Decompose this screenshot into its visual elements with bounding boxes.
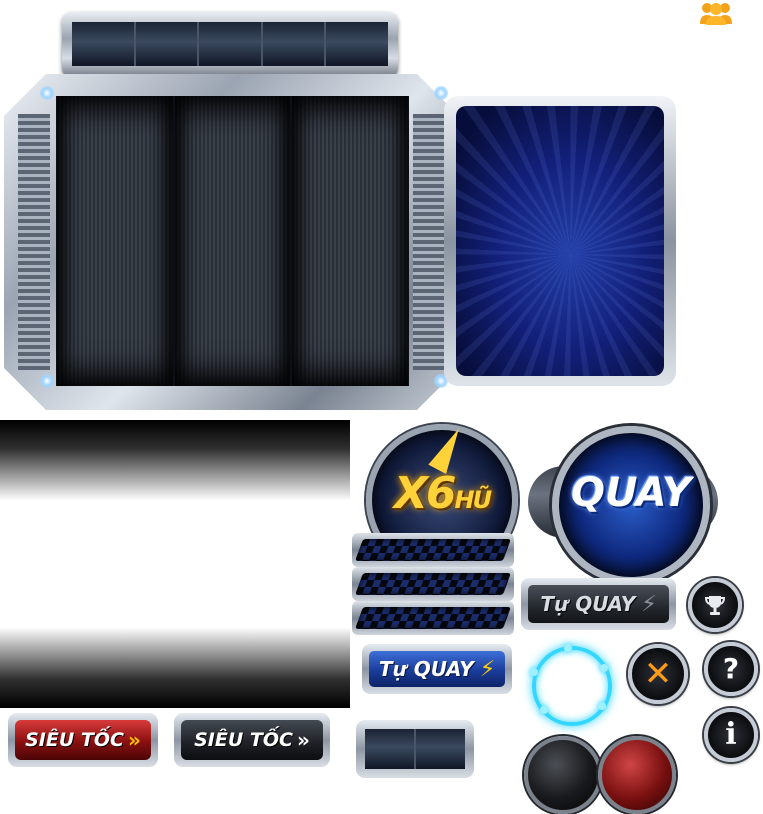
trophy-icon bbox=[704, 596, 726, 615]
checkered-pattern bbox=[354, 539, 512, 561]
mini-counter-frame bbox=[356, 720, 474, 778]
turbo-button-active[interactable]: SIÊU TỐC » bbox=[8, 713, 158, 767]
lightning-bolt-icon: ⚡ bbox=[641, 591, 657, 617]
round-button-red[interactable] bbox=[598, 736, 676, 814]
reel-column bbox=[292, 96, 409, 386]
reel-column bbox=[174, 96, 291, 386]
auto-spin-button-inactive[interactable]: Tự QUAY ⚡ bbox=[521, 578, 676, 630]
leaderboard-button[interactable] bbox=[688, 578, 742, 632]
corner-light-icon bbox=[40, 374, 54, 388]
checkered-bet-bar[interactable] bbox=[352, 567, 514, 601]
jackpot-counter-frame bbox=[62, 12, 398, 78]
counter-segment bbox=[365, 729, 416, 769]
counter-segment bbox=[135, 22, 200, 66]
spin-button-label[interactable]: QUAY bbox=[552, 470, 710, 516]
logo-main-text: X6 bbox=[393, 468, 457, 519]
jackpot-counter-display bbox=[72, 22, 388, 66]
frame-side-rail-right bbox=[413, 114, 445, 370]
turbo-label: SIÊU TỐC bbox=[194, 729, 293, 751]
checkered-pattern bbox=[354, 573, 512, 595]
bonus-screen-frame bbox=[444, 96, 676, 386]
counter-segment bbox=[199, 22, 263, 66]
close-icon: ✕ bbox=[643, 654, 673, 694]
users-icon[interactable] bbox=[698, 0, 734, 26]
reel-area bbox=[56, 96, 409, 386]
mini-counter-display bbox=[365, 729, 465, 769]
corner-light-icon bbox=[40, 86, 54, 100]
gradient-mask-panel bbox=[0, 420, 350, 708]
ring-dot bbox=[598, 702, 606, 710]
help-button[interactable]: ? bbox=[704, 642, 758, 696]
close-button[interactable]: ✕ bbox=[628, 644, 688, 704]
loading-glow-ring bbox=[532, 646, 612, 726]
counter-segment bbox=[416, 729, 465, 769]
double-chevron-icon: » bbox=[127, 728, 141, 752]
ring-dot bbox=[540, 706, 548, 714]
round-button-black[interactable] bbox=[524, 736, 602, 814]
ring-dot bbox=[600, 664, 608, 672]
auto-spin-button-active[interactable]: Tự QUAY ⚡ bbox=[362, 644, 512, 694]
checkered-bet-bar[interactable] bbox=[352, 601, 514, 635]
auto-spin-label: Tự QUAY bbox=[378, 657, 474, 681]
question-icon: ? bbox=[722, 652, 740, 685]
game-logo-text: X6HŨ bbox=[366, 468, 518, 519]
info-button[interactable]: i bbox=[704, 708, 758, 762]
ring-dot bbox=[530, 668, 538, 676]
double-chevron-icon: » bbox=[296, 728, 310, 752]
checkered-pattern bbox=[354, 607, 512, 629]
frame-side-rail-left bbox=[18, 114, 50, 370]
counter-segment bbox=[262, 22, 327, 66]
counter-segment bbox=[326, 22, 388, 66]
ring-dot bbox=[564, 644, 572, 652]
lightning-bolt-icon: ⚡ bbox=[479, 656, 496, 682]
turbo-button-inactive[interactable]: SIÊU TỐC » bbox=[174, 713, 330, 767]
info-icon: i bbox=[725, 717, 737, 752]
turbo-label: SIÊU TỐC bbox=[25, 729, 124, 751]
corner-light-icon bbox=[434, 86, 448, 100]
logo-suffix-text: HŨ bbox=[454, 486, 492, 514]
checkered-bet-bar[interactable] bbox=[352, 533, 514, 567]
counter-segment bbox=[72, 22, 136, 66]
reel-column bbox=[57, 96, 173, 386]
auto-spin-label: Tự QUAY bbox=[540, 592, 636, 616]
bonus-screen-display bbox=[456, 106, 664, 376]
